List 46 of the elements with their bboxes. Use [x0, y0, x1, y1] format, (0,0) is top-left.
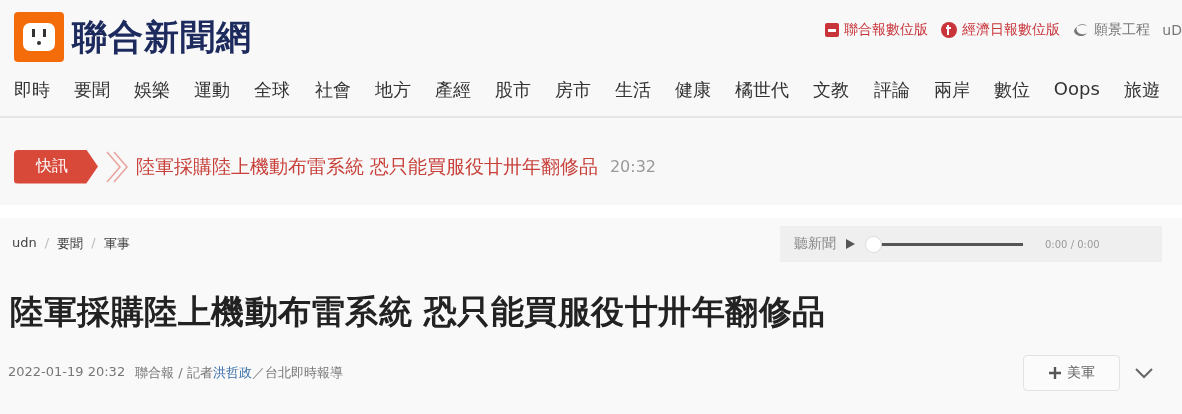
breadcrumb-separator: / [44, 235, 50, 252]
play-icon[interactable] [846, 239, 855, 249]
partner-link[interactable]: 經濟日報數位版 [940, 21, 1061, 39]
site-title[interactable]: 聯合新聞網 [72, 13, 252, 61]
nav-link[interactable]: 數位 [993, 78, 1030, 102]
breadcrumb-separator: / [91, 235, 96, 252]
partner-link[interactable]: 聯合報數位版 [824, 21, 929, 39]
nav-link[interactable]: 生活 [615, 78, 652, 102]
partner-link[interactable]: 願景工程 [1072, 21, 1151, 39]
nav-link[interactable]: 運動 [194, 78, 231, 102]
nav-link[interactable]: 房市 [555, 78, 591, 102]
nav-link[interactable]: 股市 [494, 78, 531, 102]
chevrons-icon [104, 149, 130, 184]
plus-icon [1048, 367, 1061, 379]
byline: 聯合報 / 記者洪哲政／台北即時報導 [135, 364, 343, 382]
audio-label: 聽新聞 [794, 235, 836, 253]
nav-link[interactable]: 評論 [873, 78, 910, 102]
author-link[interactable]: 洪哲政 [212, 365, 252, 380]
nav-link[interactable]: 兩岸 [933, 78, 970, 102]
nav-link[interactable]: 社會 [314, 78, 351, 102]
nav-link[interactable]: 全球 [254, 78, 291, 102]
circle-logo-icon [940, 21, 959, 39]
follow-tag-button[interactable]: 美軍 [1023, 355, 1120, 391]
breadcrumb-link[interactable]: 軍事 [103, 235, 130, 253]
publish-date: 2022-01-19 20:32 [8, 364, 126, 381]
nav-link[interactable]: Oops [1053, 78, 1100, 102]
nav-link[interactable]: 文教 [813, 78, 850, 102]
logo-icon[interactable] [14, 12, 64, 62]
nav-link[interactable]: 旅遊 [1123, 78, 1160, 102]
nav-link[interactable]: 地方 [374, 78, 411, 102]
nav-link[interactable]: 娛樂 [134, 78, 171, 102]
slider-thumb[interactable] [865, 235, 882, 253]
partner-link[interactable]: uD [1162, 22, 1182, 38]
nav-link[interactable]: 健康 [675, 78, 712, 102]
nav-link[interactable]: 要聞 [74, 78, 111, 102]
breadcrumb-link[interactable]: udn [12, 235, 37, 253]
ticker-time: 20:32 [609, 157, 656, 176]
ticker-headline[interactable]: 陸軍採購陸上機動布雷系統 恐只能買服役廿卅年翻修品 [136, 154, 598, 179]
nav-link[interactable]: 產經 [434, 78, 471, 102]
breaking-news-badge: 快訊 [14, 149, 98, 184]
breadcrumb-link[interactable]: 要聞 [57, 235, 84, 253]
nav-link[interactable]: 橘世代 [735, 78, 790, 102]
newspaper-icon [824, 22, 841, 38]
audio-time: 0:00 / 0:00 [1045, 238, 1100, 250]
article-title: 陸軍採購陸上機動布雷系統 恐只能買服役廿卅年翻修品 [10, 291, 827, 333]
nav-link[interactable]: 即時 [14, 78, 50, 102]
